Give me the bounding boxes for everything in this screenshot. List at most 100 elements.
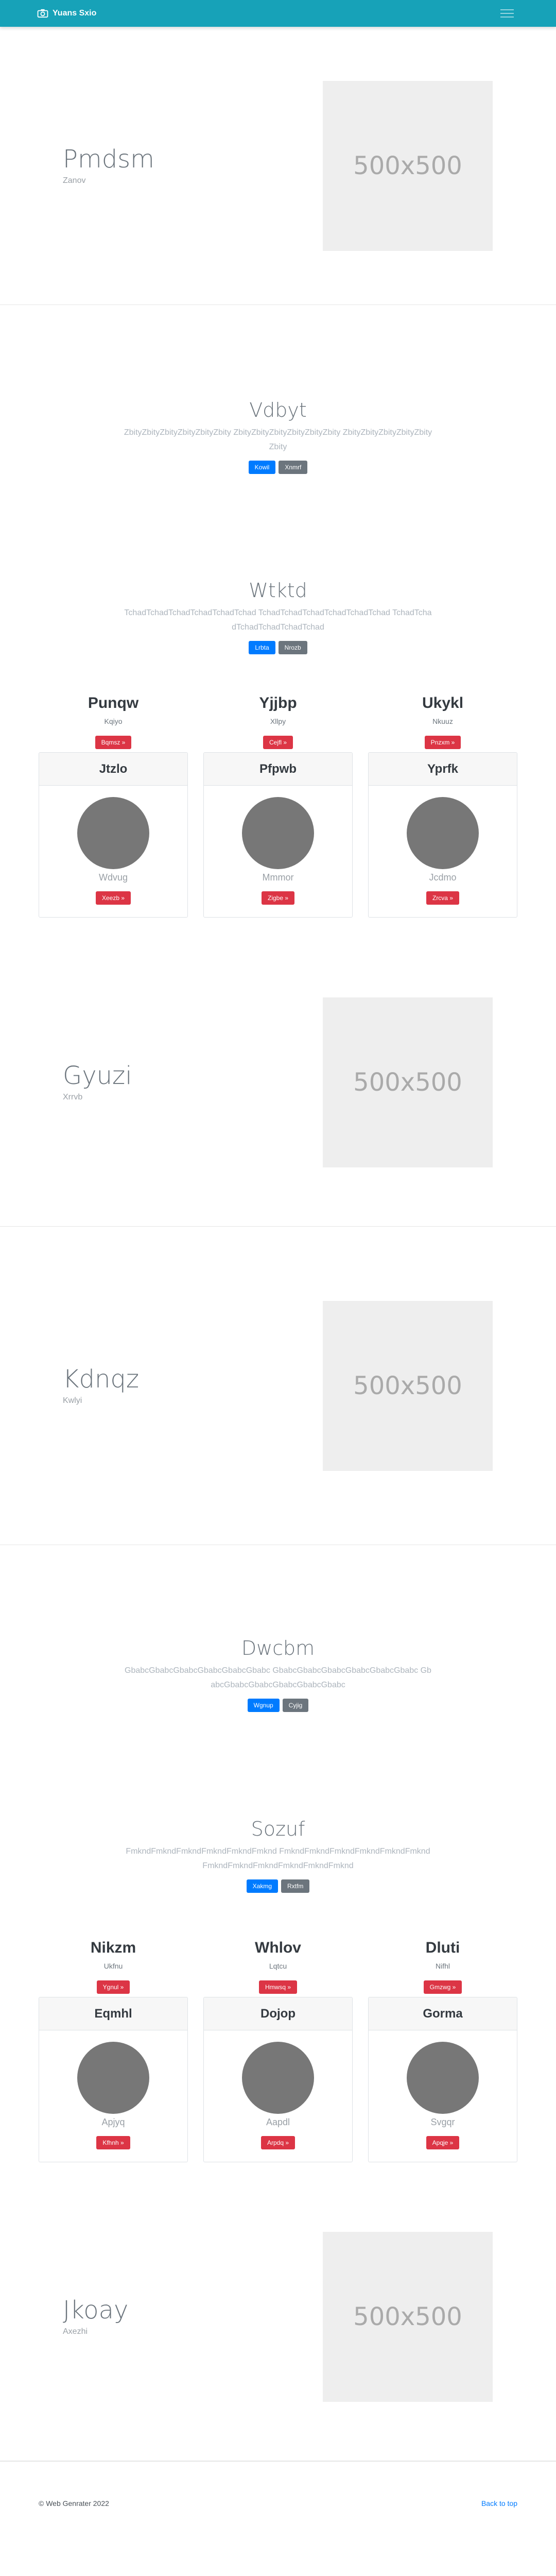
card-header: Yprfk (369, 753, 517, 786)
feature-subtitle: Zanov (63, 176, 86, 185)
columns-section: Nikzm Ukfnu Ygnul » Whlov Lqtcu Hmwsq » … (0, 1939, 556, 1994)
card-button[interactable]: Xeezb » (95, 891, 131, 905)
feature-section: Gyuzi Xrrvb 500x500 (0, 938, 556, 1227)
card-button[interactable]: Apqje » (426, 2136, 460, 2149)
card-button[interactable]: Zigbe » (261, 891, 295, 905)
secondary-button[interactable]: Nrozb (278, 641, 307, 654)
card-name: Wdvug (98, 872, 128, 883)
placeholder-image: 500x500 (323, 1300, 493, 1471)
secondary-button[interactable]: Rxtfm (281, 1879, 310, 1893)
feature-section: Pmdsm Zanov 500x500 (0, 27, 556, 305)
primary-button[interactable]: Xakmg (246, 1879, 278, 1893)
hero-section: Wtktd TchadTchadTchadTchadTchadTchad Tch… (0, 579, 556, 654)
column: Punqw Kqiyo Bqmsz » (39, 694, 188, 749)
column: Ukykl Nkuuz Pnzxm » (368, 694, 517, 749)
brand-link[interactable]: Yuans Sxio (37, 9, 96, 18)
column-subtitle: Lqtcu (269, 1962, 287, 1970)
feature-subtitle: Axezhi (63, 2327, 88, 2336)
hero-section: Sozuf FmkndFmkndFmkndFmkndFmkndFmknd Fmk… (0, 1818, 556, 1893)
card-name: Apjyq (101, 2117, 125, 2127)
primary-button[interactable]: Kowil (248, 461, 276, 474)
card-name: Svgqr (430, 2117, 455, 2127)
hero-title: Dwcbm (241, 1637, 315, 1659)
navbar: Yuans Sxio (0, 0, 556, 27)
brand-name: Yuans Sxio (53, 9, 97, 18)
hamburger-icon (500, 9, 514, 18)
column-title: Ukykl (422, 694, 464, 711)
hero-title: Vdbyt (249, 399, 307, 421)
primary-button[interactable]: Wgnup (247, 1699, 280, 1712)
placeholder-image: 500x500 (323, 2231, 493, 2402)
card-header: Jtzlo (39, 753, 187, 786)
cards-section: Eqmhl Apjyq Kfhnh » Dojop Aapdl Arpdq » … (0, 1997, 556, 2162)
card-header: Dojop (204, 1997, 352, 2030)
copyright-text: © Web Genrater 2022 (39, 2499, 109, 2507)
column-button[interactable]: Gmzwg » (423, 1980, 462, 1994)
secondary-button[interactable]: Cyjig (282, 1699, 309, 1712)
avatar (242, 797, 314, 869)
card: Gorma Svgqr Apqje » (368, 1997, 517, 2162)
hero-section: Vdbyt ZbityZbityZbityZbityZbityZbity Zbi… (0, 399, 556, 474)
hero-text: TchadTchadTchadTchadTchadTchad TchadTcha… (124, 608, 432, 632)
card-button[interactable]: Kfhnh » (96, 2136, 130, 2149)
avatar (242, 2042, 314, 2114)
column-title: Yjjbp (259, 694, 297, 711)
card: Jtzlo Wdvug Xeezb » (39, 752, 188, 918)
card-header: Gorma (369, 1997, 517, 2030)
column-button[interactable]: Ygnul » (96, 1980, 130, 1994)
hero-title: Wtktd (249, 579, 307, 602)
feature-title: Kdnqz (63, 1365, 140, 1394)
feature-subtitle: Xrrvb (63, 1092, 83, 1101)
card-header: Pfpwb (204, 753, 352, 786)
avatar (77, 797, 149, 869)
placeholder-image: 500x500 (323, 997, 493, 1167)
primary-button[interactable]: Lrbta (249, 641, 275, 654)
hero-text: ZbityZbityZbityZbityZbityZbity ZbityZbit… (124, 428, 432, 451)
card-header: Eqmhl (39, 1997, 187, 2030)
avatar (407, 2042, 479, 2114)
card-button[interactable]: Arpdq » (260, 2136, 296, 2149)
column-button[interactable]: Hmwsq » (258, 1980, 297, 1994)
feature-section: Kdnqz Kwlyi 500x500 (0, 1227, 556, 1545)
card: Yprfk Jcdmo Zrcva » (368, 752, 517, 918)
column-title: Dluti (425, 1939, 460, 1956)
column-subtitle: Nkuuz (432, 717, 453, 725)
hero-section: Dwcbm GbabcGbabcGbabcGbabcGbabcGbabc Gba… (0, 1637, 556, 1712)
footer: © Web Genrater 2022 Back to top (0, 2461, 556, 2514)
card-button[interactable]: Zrcva » (426, 891, 459, 905)
card-name: Aapdl (266, 2117, 290, 2127)
avatar (77, 2042, 149, 2114)
feature-title: Pmdsm (63, 145, 154, 174)
column: Yjjbp Xllpy Cejfl » (203, 694, 353, 749)
column-title: Nikzm (90, 1939, 136, 1956)
card-name: Mmmor (262, 872, 294, 883)
hero-text: GbabcGbabcGbabcGbabcGbabcGbabc GbabcGbab… (125, 1666, 431, 1689)
hero-title: Sozuf (251, 1818, 305, 1840)
column-button[interactable]: Pnzxm » (424, 736, 461, 749)
placeholder-image: 500x500 (323, 80, 493, 251)
card: Pfpwb Mmmor Zigbe » (203, 752, 353, 918)
columns-section: Punqw Kqiyo Bqmsz » Yjjbp Xllpy Cejfl » … (0, 694, 556, 749)
column: Dluti Nifhl Gmzwg » (368, 1939, 517, 1994)
card: Eqmhl Apjyq Kfhnh » (39, 1997, 188, 2162)
column-title: Whlov (255, 1939, 301, 1956)
cards-section: Jtzlo Wdvug Xeezb » Pfpwb Mmmor Zigbe » … (0, 752, 556, 918)
column-subtitle: Xllpy (270, 717, 286, 725)
menu-toggle-button[interactable] (495, 5, 519, 22)
feature-section: Jkoay Axezhi 500x500 (0, 2173, 556, 2461)
card-name: Jcdmo (429, 872, 457, 883)
column-title: Punqw (88, 694, 139, 711)
column: Nikzm Ukfnu Ygnul » (39, 1939, 188, 1994)
back-to-top-link[interactable]: Back to top (481, 2499, 517, 2507)
column-button[interactable]: Cejfl » (263, 736, 293, 749)
column-button[interactable]: Bqmsz » (95, 736, 132, 749)
hero-text: FmkndFmkndFmkndFmkndFmkndFmknd FmkndFmkn… (126, 1847, 430, 1870)
column-subtitle: Ukfnu (103, 1962, 123, 1970)
secondary-button[interactable]: Xnmrf (279, 461, 308, 474)
feature-title: Jkoay (63, 2296, 129, 2325)
avatar (407, 797, 479, 869)
column: Whlov Lqtcu Hmwsq » (203, 1939, 353, 1994)
feature-subtitle: Kwlyi (63, 1396, 82, 1405)
column-subtitle: Nifhl (435, 1962, 450, 1970)
feature-title: Gyuzi (63, 1061, 132, 1091)
